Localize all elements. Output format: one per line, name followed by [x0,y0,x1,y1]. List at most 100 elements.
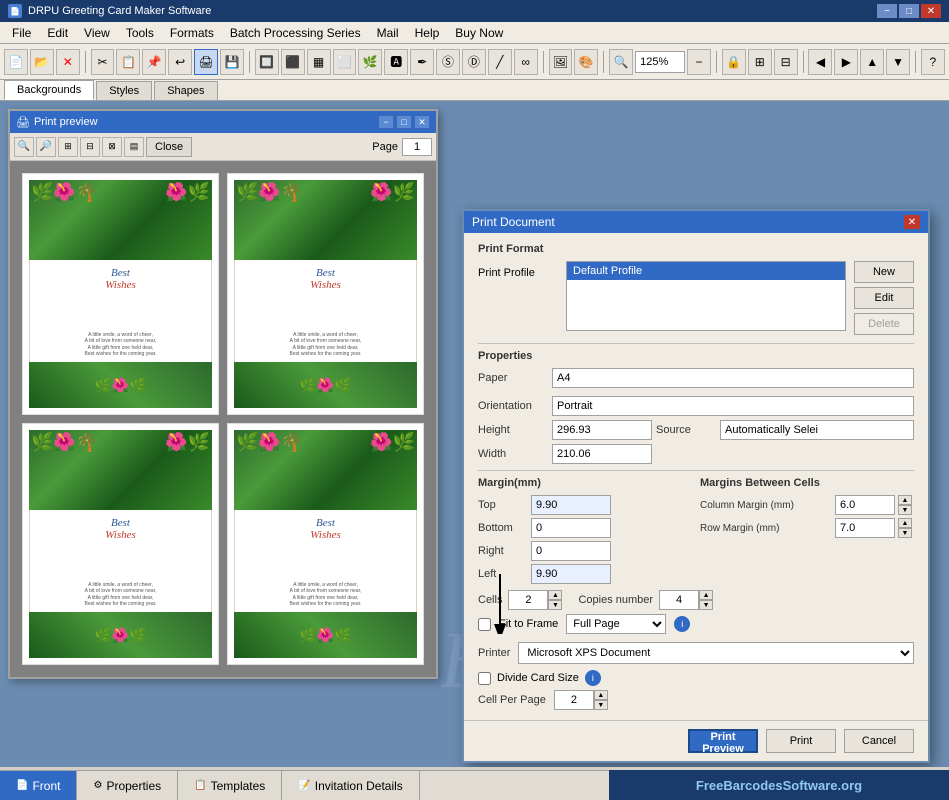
pv-zoom-out[interactable]: 🔎 [36,137,56,157]
menu-tools[interactable]: Tools [118,24,162,42]
cells-spinner-btns[interactable]: ▲ ▼ [548,590,562,610]
pv-zoom-in[interactable]: 🔍 [14,137,34,157]
row-margin-up[interactable]: ▲ [898,518,912,528]
row-margin-spinner[interactable]: ▲ ▼ [898,518,914,538]
title-bar-controls[interactable]: − □ ✕ [877,4,941,18]
page-input[interactable] [402,138,432,156]
menu-buynow[interactable]: Buy Now [447,24,511,42]
menu-view[interactable]: View [76,24,118,42]
fit-to-frame-label[interactable]: Fit to Frame [499,618,558,630]
tool4[interactable]: ⬜ [333,49,357,75]
copy-button[interactable]: 📋 [116,49,140,75]
tool10[interactable]: ╱ [488,49,512,75]
help-btn[interactable]: ? [921,49,945,75]
print-button[interactable]: Print [766,729,836,753]
cell-per-page-input[interactable] [554,690,594,710]
menu-formats[interactable]: Formats [162,24,222,42]
close-app-button[interactable]: ✕ [921,4,941,18]
paper-input[interactable] [552,368,914,388]
copies-down[interactable]: ▼ [699,600,713,610]
row-margin-down[interactable]: ▼ [898,528,912,538]
source-input[interactable] [720,420,914,440]
print-button[interactable]: 🖨 [194,49,218,75]
cells-up[interactable]: ▲ [548,590,562,600]
zoom-out[interactable]: 🔍 [609,49,633,75]
tab-backgrounds[interactable]: Backgrounds [4,80,94,100]
divide-label[interactable]: Divide Card Size [497,672,579,684]
color-btn[interactable]: 🎨 [574,49,598,75]
lock-btn[interactable]: 🔒 [722,49,746,75]
cell-page-down[interactable]: ▼ [594,700,608,710]
bottom-input[interactable] [531,518,611,538]
img-btn[interactable]: 🖼 [549,49,573,75]
pv-list[interactable]: ▤ [124,137,144,157]
group-btn[interactable]: ⊞ [748,49,772,75]
menu-edit[interactable]: Edit [39,24,76,42]
save-button[interactable]: ✕ [56,49,80,75]
new-button[interactable]: 📄 [4,49,28,75]
fit-to-frame-checkbox[interactable] [478,618,491,631]
cell-page-spinner-btns[interactable]: ▲ ▼ [594,690,608,710]
menu-mail[interactable]: Mail [369,24,407,42]
tool1[interactable]: 🔲 [255,49,279,75]
divide-card-checkbox[interactable] [478,672,491,685]
dialog-close-button[interactable]: ✕ [904,215,920,229]
divide-info-icon[interactable]: i [585,670,601,686]
row-margin-input[interactable] [835,518,895,538]
printer-select[interactable]: Microsoft XPS Document [518,642,914,664]
menu-batch[interactable]: Batch Processing Series [222,24,369,42]
tool3[interactable]: ▦ [307,49,331,75]
undo-button[interactable]: ↩ [168,49,192,75]
tool9[interactable]: Ⓓ [462,49,486,75]
col-margin-spinner[interactable]: ▲ ▼ [898,495,914,515]
tab-styles[interactable]: Styles [96,81,152,100]
cut-button[interactable]: ✂ [91,49,115,75]
height-input[interactable] [552,420,652,440]
tool2[interactable]: ⬛ [281,49,305,75]
profile-item-default[interactable]: Default Profile [567,262,845,280]
bottom-tab-front[interactable]: 📄 Front [0,771,77,800]
tool5[interactable]: 🌿 [358,49,382,75]
open-button[interactable]: 📂 [30,49,54,75]
fwd-btn[interactable]: ▶ [834,49,858,75]
ungroup-btn[interactable]: ⊟ [774,49,798,75]
copies-spinner-btns[interactable]: ▲ ▼ [699,590,713,610]
fit-to-frame-select[interactable]: Full Page [566,614,666,634]
right-input[interactable] [531,541,611,561]
col-margin-input[interactable] [835,495,895,515]
maximize-button[interactable]: □ [899,4,919,18]
pv-close-button[interactable]: Close [146,137,192,157]
tool6[interactable]: 🅰 [384,49,408,75]
cell-page-up[interactable]: ▲ [594,690,608,700]
tool8[interactable]: Ⓢ [436,49,460,75]
bottom-tab-invitation[interactable]: 📝 Invitation Details [282,771,420,800]
tool11[interactable]: ∞ [514,49,538,75]
menu-file[interactable]: File [4,24,39,42]
preview-close[interactable]: ✕ [414,115,430,129]
profile-list[interactable]: Default Profile [566,261,846,331]
left-input[interactable] [531,564,611,584]
col-margin-down[interactable]: ▼ [898,505,912,515]
pv-grid[interactable]: ⊠ [102,137,122,157]
orientation-input[interactable] [552,396,914,416]
copies-input[interactable] [659,590,699,610]
bottom-tab-properties[interactable]: ⚙ Properties [77,771,178,800]
paste-button[interactable]: 📌 [142,49,166,75]
bottom-tab-templates[interactable]: 📋 Templates [178,771,282,800]
minimize-button[interactable]: − [877,4,897,18]
width-input[interactable] [552,444,652,464]
tab-shapes[interactable]: Shapes [154,81,217,100]
preview-minimize[interactable]: − [378,115,394,129]
pv-barcode2[interactable]: ⊟ [80,137,100,157]
up-btn[interactable]: ▲ [860,49,884,75]
btn-new[interactable]: New [854,261,914,283]
pv-barcode1[interactable]: ⊞ [58,137,78,157]
cancel-button[interactable]: Cancel [844,729,914,753]
export-button[interactable]: 💾 [220,49,244,75]
print-preview-button[interactable]: Print Preview [688,729,758,753]
copies-up[interactable]: ▲ [699,590,713,600]
preview-maximize[interactable]: □ [396,115,412,129]
zoom-input[interactable] [640,56,680,68]
col-margin-up[interactable]: ▲ [898,495,912,505]
cells-input[interactable] [508,590,548,610]
